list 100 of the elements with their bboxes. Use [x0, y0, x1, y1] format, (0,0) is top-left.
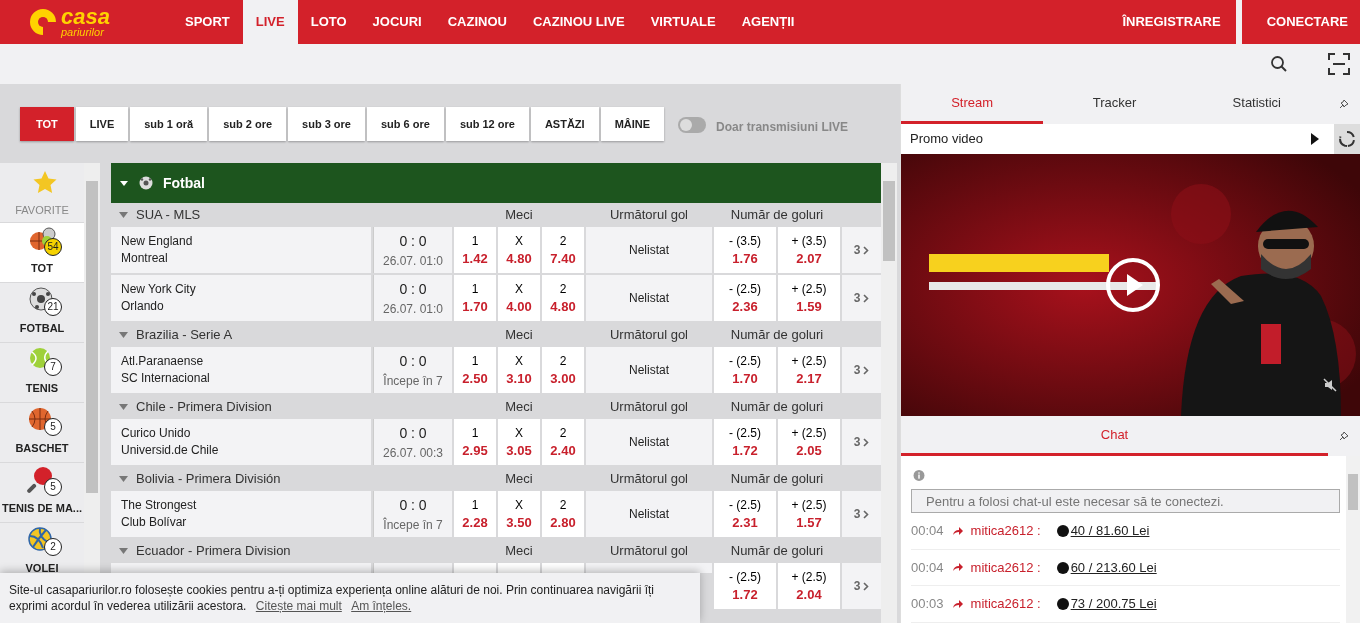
scrollbar-thumb[interactable]	[1348, 474, 1358, 510]
scrollbar[interactable]	[1346, 456, 1360, 623]
odds-button[interactable]: X 3.10	[498, 347, 540, 393]
nav-tab[interactable]: AGENȚII	[728, 0, 808, 44]
nav-tab[interactable]: LOTO	[297, 0, 360, 44]
odds-button[interactable]: - (3.5) 1.76	[714, 227, 776, 273]
odds-button[interactable]: - (2.5) 1.70	[714, 347, 776, 393]
odds-button[interactable]: 1 2.28	[454, 491, 496, 537]
chevron-right-icon	[863, 293, 870, 303]
sport-header[interactable]: Fotbal	[111, 163, 881, 203]
odds-button[interactable]: 1 1.42	[454, 227, 496, 273]
toggle-label: Doar transmisiuni LIVE	[716, 119, 849, 136]
caret-icon[interactable]	[119, 332, 128, 338]
scrollbar[interactable]	[881, 163, 897, 623]
nav-tab[interactable]: SPORT	[172, 0, 243, 44]
odds-button[interactable]: 2 4.80	[542, 275, 584, 321]
odds-button[interactable]: - (2.5) 1.72	[714, 419, 776, 465]
odds-button[interactable]: + (3.5) 2.07	[778, 227, 840, 273]
odds-button[interactable]: 1 1.70	[454, 275, 496, 321]
panel-tab[interactable]: Stream	[901, 84, 1044, 124]
odds-label: X	[515, 353, 523, 370]
odds-button[interactable]: + (2.5) 1.57	[778, 491, 840, 537]
chevron-right-icon	[863, 437, 870, 447]
pin-icon[interactable]	[1339, 99, 1349, 109]
nav-tab[interactable]: VIRTUALE	[637, 0, 729, 44]
nav-tab[interactable]: LIVE	[242, 0, 298, 44]
filter-button[interactable]: TOT	[20, 107, 74, 141]
logo-icon[interactable]	[28, 7, 58, 37]
logo-text: casa	[61, 7, 110, 27]
sport-filter-item[interactable]: 54 TOT	[0, 223, 84, 283]
panel-tab[interactable]: Statistici	[1185, 84, 1328, 124]
bet-link[interactable]: 40 / 81.60 Lei	[1056, 521, 1150, 541]
bet-link[interactable]: 73 / 200.75 Lei	[1056, 594, 1157, 614]
mute-icon[interactable]	[1323, 378, 1337, 392]
nav-tab[interactable]: CAZINOU	[434, 0, 520, 44]
odds-button[interactable]: + (2.5) 2.04	[778, 563, 840, 609]
more-markets-button[interactable]: 3	[842, 347, 881, 393]
odds-button[interactable]: 2 2.80	[542, 491, 584, 537]
filter-button[interactable]: sub 6 ore	[366, 107, 444, 141]
filter-button[interactable]: sub 2 ore	[209, 107, 287, 141]
team-name: Atl.Paranaense	[121, 353, 205, 370]
more-markets-button[interactable]: 3	[842, 419, 881, 465]
odds-label: - (3.5)	[729, 233, 761, 250]
next-goal-text: Nelistat	[629, 290, 669, 307]
filter-button[interactable]: sub 3 ore	[288, 107, 365, 141]
team-name: Club Bolívar	[121, 514, 188, 531]
nav-tab[interactable]: JOCURI	[359, 0, 435, 44]
panel-tab[interactable]: Tracker	[1043, 84, 1186, 124]
odds-button[interactable]: X 4.00	[498, 275, 540, 321]
filter-button[interactable]: MÂINE	[600, 107, 665, 141]
more-markets-button[interactable]: 3	[842, 227, 881, 273]
odds-button[interactable]: 2 2.40	[542, 419, 584, 465]
filter-button[interactable]: ASTĂZI	[530, 107, 599, 141]
info-icon[interactable]	[913, 470, 925, 481]
scrollbar-thumb[interactable]	[883, 181, 895, 261]
scan-icon[interactable]	[1328, 53, 1350, 75]
team-name: New York City	[121, 281, 197, 298]
odds-button[interactable]: 2 7.40	[542, 227, 584, 273]
caret-icon[interactable]	[119, 548, 128, 554]
odds-button[interactable]: X 3.05	[498, 419, 540, 465]
nav-tab[interactable]: CAZINOU LIVE	[519, 0, 638, 44]
scrollbar-thumb[interactable]	[86, 181, 98, 493]
more-markets-button[interactable]: 3	[842, 491, 881, 537]
odds-label: - (2.5)	[729, 497, 761, 514]
odds-button[interactable]: - (2.5) 2.31	[714, 491, 776, 537]
odds-value: 1.72	[732, 442, 758, 459]
stream-title: Promo video	[909, 130, 984, 149]
odds-button[interactable]: 1 2.50	[454, 347, 496, 393]
odds-button[interactable]: + (2.5) 2.17	[778, 347, 840, 393]
search-icon[interactable]	[1270, 55, 1288, 73]
odds-button[interactable]: 1 2.95	[454, 419, 496, 465]
odds-button[interactable]: + (2.5) 1.59	[778, 275, 840, 321]
caret-icon[interactable]	[119, 404, 128, 410]
read-more-link[interactable]: Citește mai mult	[255, 599, 342, 613]
caret-icon[interactable]	[119, 212, 128, 218]
refresh-button[interactable]	[1334, 124, 1360, 154]
odds-label: + (2.5)	[791, 569, 827, 586]
accept-link[interactable]: Am înțeles.	[351, 599, 412, 613]
bet-link[interactable]: 60 / 213.60 Lei	[1056, 557, 1157, 578]
odds-button[interactable]: X 4.80	[498, 227, 540, 273]
filter-button[interactable]: sub 1 oră	[130, 107, 208, 141]
odds-value: 4.00	[506, 298, 532, 315]
play-icon[interactable]	[1310, 132, 1320, 146]
more-markets-button[interactable]: 3	[842, 563, 881, 609]
odds-button[interactable]: - (2.5) 2.36	[714, 275, 776, 321]
play-button[interactable]	[1105, 257, 1161, 313]
count-badge: 7	[44, 357, 62, 376]
odds-label: + (2.5)	[791, 425, 827, 442]
odds-label: 1	[471, 497, 479, 514]
live-toggle[interactable]	[678, 117, 707, 133]
pin-icon[interactable]	[1339, 431, 1349, 441]
filter-button[interactable]: LIVE	[75, 107, 129, 141]
odds-button[interactable]: 2 3.00	[542, 347, 584, 393]
caret-icon[interactable]	[119, 476, 128, 482]
more-markets-button[interactable]: 3	[842, 275, 881, 321]
odds-button[interactable]: - (2.5) 1.72	[714, 563, 776, 609]
column-header: Următorul gol	[609, 470, 689, 489]
odds-button[interactable]: + (2.5) 2.05	[778, 419, 840, 465]
filter-button[interactable]: sub 12 ore	[445, 107, 529, 141]
odds-button[interactable]: X 3.50	[498, 491, 540, 537]
